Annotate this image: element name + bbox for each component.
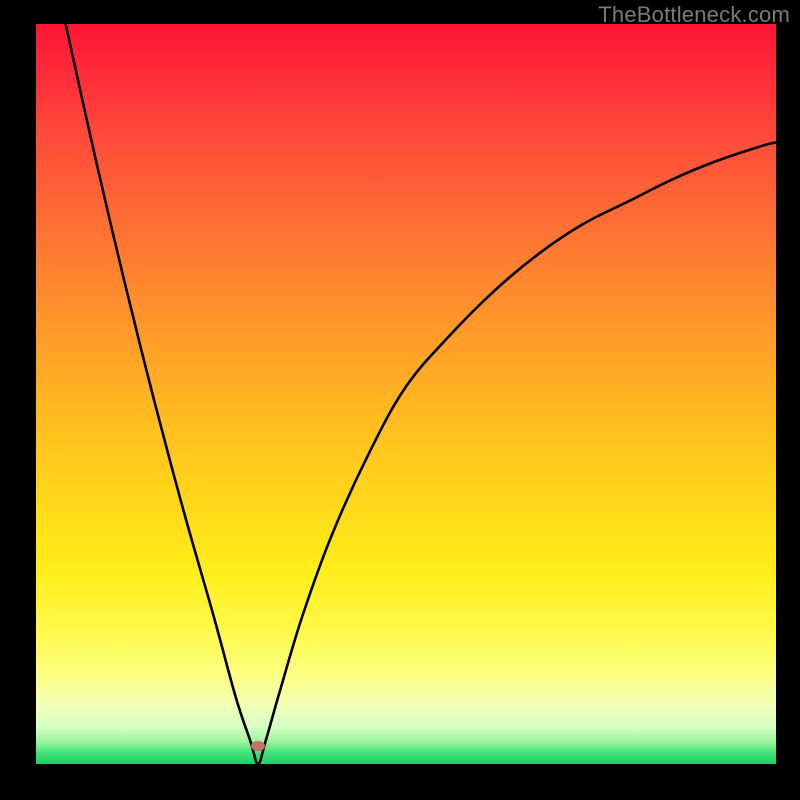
bottleneck-curve [36, 24, 776, 764]
plot-area [36, 24, 776, 764]
chart-container: TheBottleneck.com [0, 0, 800, 800]
minimum-marker [251, 741, 265, 751]
